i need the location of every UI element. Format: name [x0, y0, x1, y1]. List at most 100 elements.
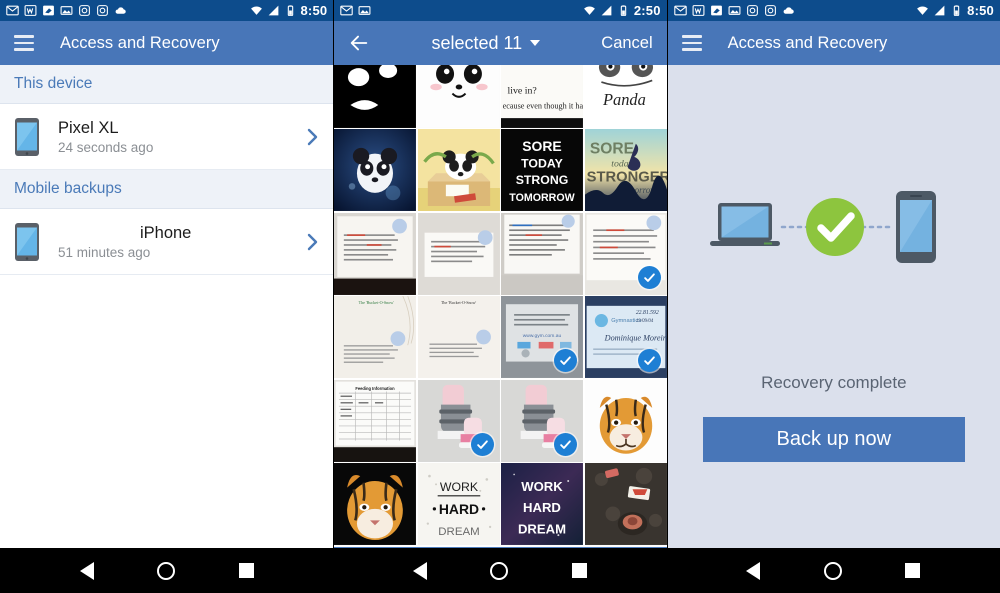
svg-text:WORK: WORK — [521, 479, 563, 494]
cloud-icon — [115, 7, 126, 14]
svg-text:Dominique Moreira: Dominique Moreira — [603, 334, 666, 343]
photo-cell[interactable]: www.gym.com.au — [501, 296, 584, 379]
thumbnail-sore-today-black: SORE TODAY STRONG TOMORROW — [501, 129, 584, 212]
page-title: Access and Recovery — [60, 33, 220, 52]
photo-cell[interactable]: WORK HARD DREAM — [501, 463, 584, 546]
svg-text:ecause even though it ha: ecause even though it ha — [503, 101, 583, 110]
status-bar-clock: 8:50 — [300, 3, 328, 18]
recovery-complete-body: Recovery complete Back up now — [667, 65, 1000, 593]
check-icon — [560, 356, 571, 366]
thumbnail-tiger-2 — [334, 463, 417, 546]
photo-cell[interactable]: SORE TODAY STRONG TOMORROW — [501, 129, 584, 212]
nav-recents-icon[interactable] — [571, 563, 587, 578]
photo-cell[interactable] — [501, 379, 584, 462]
photo-grid-container[interactable]: years75.65live in?ecause even though it … — [334, 65, 667, 547]
check-icon — [643, 273, 655, 282]
instagram-icon — [79, 5, 90, 16]
phone-icon — [895, 191, 936, 263]
selection-app-bar: selected 11 Cancel — [334, 21, 667, 65]
photo-cell[interactable]: years75.65live in?ecause even though it … — [501, 65, 584, 128]
thumbnail-doc-page-2: The 'Bucket-O-Snow' — [417, 296, 500, 379]
thumbnail-panda-black — [334, 65, 417, 128]
photo-cell[interactable]: Feeding Information — [334, 379, 417, 462]
photo-cell[interactable] — [501, 212, 584, 295]
instagram-icon — [746, 5, 758, 16]
status-bar-notification-icons — [673, 4, 795, 17]
phone-icon — [15, 117, 39, 156]
nav-back-icon[interactable] — [746, 561, 761, 580]
device-info: Pixel XL 24 seconds ago — [58, 118, 307, 156]
thumbnail-work-hard-dream-light: WORK HARD DREAM — [417, 463, 500, 546]
device-row-iphone[interactable]: iPhone 51 minutes ago — [0, 209, 334, 275]
word-icon — [24, 5, 37, 16]
wifi-icon — [917, 6, 929, 15]
photo-cell[interactable]: Gymnastics 22.81.592 19/09/04 Dominique Mor… — [584, 296, 667, 379]
svg-text:SORE: SORE — [522, 139, 561, 155]
cloud-icon — [783, 7, 794, 14]
status-bar-system-icons: 2:50 — [583, 4, 661, 17]
photo-cell[interactable] — [417, 212, 500, 295]
nav-home-icon[interactable] — [157, 561, 176, 580]
app-bar: Access and Recovery — [0, 21, 334, 65]
selected-check-badge — [470, 432, 494, 456]
back-up-now-button[interactable]: Back up now — [702, 417, 965, 462]
svg-text:DREAM: DREAM — [518, 522, 566, 537]
device-row-pixel-xl[interactable]: Pixel XL 24 seconds ago — [0, 104, 334, 170]
photo-cell[interactable]: The 'Bucket-O-Snow' — [334, 296, 417, 379]
photo-cell[interactable]: The 'Bucket-O-Snow' — [417, 296, 500, 379]
photo-cell[interactable] — [334, 65, 417, 128]
svg-text:19/09/04: 19/09/04 — [636, 320, 654, 325]
cancel-button[interactable]: Cancel — [601, 34, 652, 53]
status-bar: 8:50 — [667, 0, 1000, 21]
photo-cell[interactable]: Panda — [584, 65, 667, 128]
section-header-this-device: This device — [0, 65, 334, 104]
app-bar: Access and Recovery — [667, 21, 1000, 65]
thumbnail-doc-wall-1 — [334, 212, 417, 295]
photo-cell[interactable] — [584, 379, 667, 462]
photo-cell[interactable] — [334, 129, 417, 212]
photo-cell[interactable] — [334, 212, 417, 295]
gmail-icon — [340, 5, 354, 16]
check-icon — [560, 440, 571, 449]
photo-cell[interactable] — [417, 129, 500, 212]
photos-icon — [60, 6, 73, 15]
nav-back-icon[interactable] — [79, 561, 94, 580]
hamburger-icon[interactable] — [681, 35, 702, 51]
hamburger-icon[interactable] — [14, 35, 34, 51]
battery-icon — [620, 5, 627, 16]
status-bar-notification-icons — [340, 4, 371, 17]
photo-cell[interactable] — [584, 212, 667, 295]
photos-icon — [728, 6, 741, 15]
photo-cell[interactable] — [417, 65, 500, 128]
device-name: Pixel XL — [58, 118, 119, 137]
app-blue-icon — [710, 5, 722, 16]
photo-cell[interactable] — [417, 379, 500, 462]
success-check-icon — [805, 198, 864, 256]
device-list: This device Pixel XL 24 seconds ago Mobi… — [0, 65, 334, 593]
selected-check-badge — [637, 265, 661, 289]
photo-cell[interactable]: WORK HARD DREAM — [417, 463, 500, 546]
recovery-illustration — [709, 191, 936, 263]
nav-back-icon[interactable] — [413, 561, 428, 580]
device-timestamp: 51 minutes ago — [58, 245, 151, 261]
selection-count-dropdown[interactable]: selected 11 — [370, 33, 601, 54]
gmail-icon — [673, 5, 687, 16]
thumbnail-doc-wall-2 — [417, 212, 500, 295]
photo-cell[interactable] — [334, 463, 417, 546]
nav-recents-icon[interactable] — [238, 563, 254, 578]
thumbnail-tiger-1 — [584, 379, 667, 462]
back-arrow-icon[interactable] — [348, 32, 370, 54]
photo-cell[interactable] — [584, 463, 667, 546]
nav-home-icon[interactable] — [823, 561, 842, 580]
selection-count-label: selected 11 — [431, 32, 523, 53]
nav-recents-icon[interactable] — [905, 563, 921, 578]
photo-cell[interactable]: SORE today, STRONGER tomorrow. — [584, 129, 667, 212]
check-icon — [476, 440, 488, 449]
thumbnail-work-hard-dream-dark: WORK HARD DREAM — [501, 463, 584, 546]
nav-home-icon[interactable] — [490, 561, 509, 580]
photo-grid: years75.65live in?ecause even though it … — [334, 65, 667, 546]
thumbnail-doc-page-1: The 'Bucket-O-Snow' — [334, 296, 417, 379]
svg-text:HARD: HARD — [439, 501, 479, 517]
wifi-icon — [250, 6, 262, 15]
status-bar-system-icons: 8:50 — [916, 4, 994, 17]
